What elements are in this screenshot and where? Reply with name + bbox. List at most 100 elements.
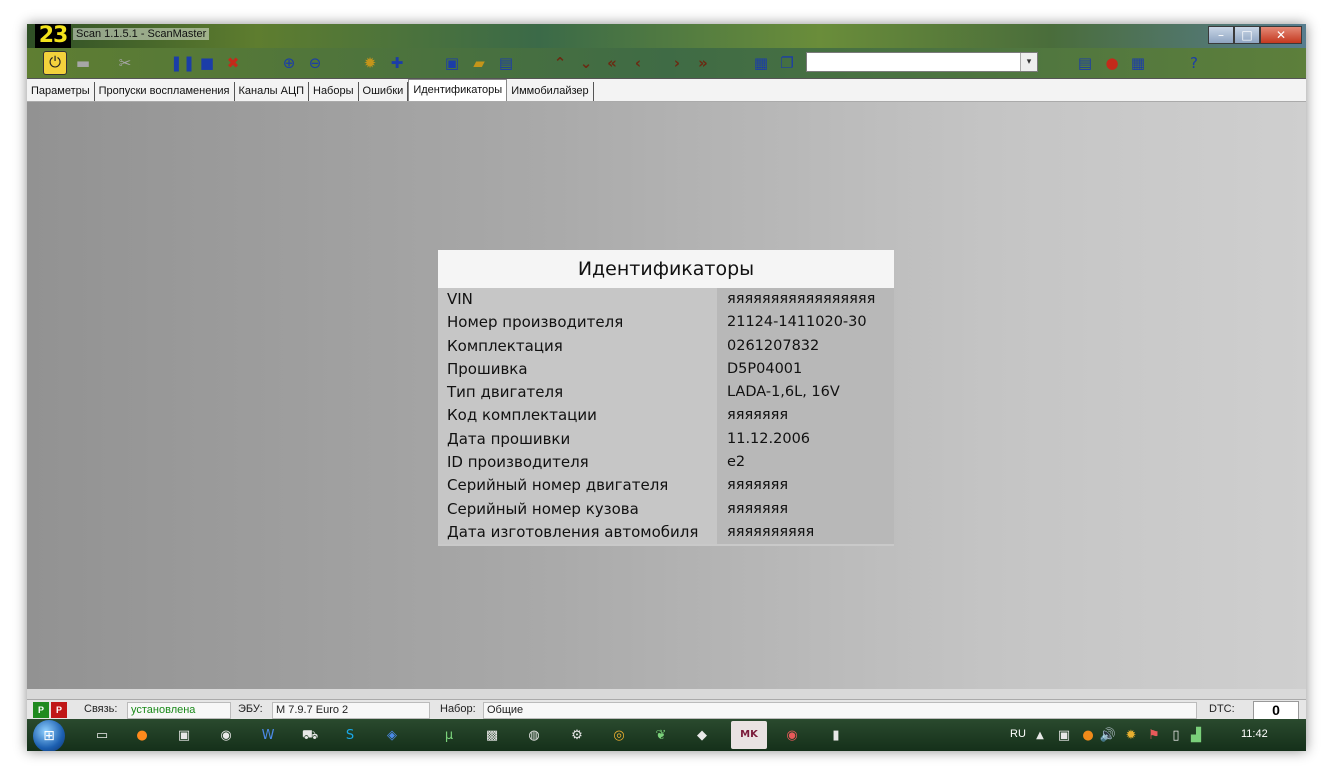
image-icon[interactable]: ▩ xyxy=(483,727,501,745)
dtc-count: 0 xyxy=(1253,701,1299,720)
gear-icon[interactable]: ✹ xyxy=(360,53,380,73)
mk-app[interactable]: MK xyxy=(731,721,767,749)
row-label: Тип двигателя xyxy=(447,383,564,402)
word-icon[interactable]: W xyxy=(259,727,277,745)
ecu-label: ЭБУ: xyxy=(238,703,263,715)
chevron-down-icon[interactable]: ▾ xyxy=(1020,53,1037,71)
identifiers-values-column: яяяяяяяяяяяяяяяяя 21124-1411020-30 02612… xyxy=(717,288,894,545)
row-value: яяяяяяяяяяяяяяяяя xyxy=(727,291,876,307)
leaf-icon[interactable]: ❦ xyxy=(652,727,670,745)
tab-adc-channels[interactable]: Каналы АЦП xyxy=(235,82,309,101)
row-value: 11.12.2006 xyxy=(727,430,811,447)
tab-misfires[interactable]: Пропуски воспламенения xyxy=(95,82,235,101)
volume-icon[interactable]: 🔊 xyxy=(1099,727,1117,745)
car-icon[interactable]: ⛟ xyxy=(301,727,319,745)
record-icon[interactable]: ● xyxy=(1102,53,1122,73)
tab-parameters[interactable]: Параметры xyxy=(27,82,95,101)
clock[interactable]: 11:42 xyxy=(1241,728,1268,740)
tab-errors[interactable]: Ошибки xyxy=(359,82,409,101)
row-label: Номер производителя xyxy=(447,313,624,332)
battery-icon[interactable]: ▯ xyxy=(1167,727,1185,745)
up-icon[interactable]: ⌃ xyxy=(550,53,570,73)
stop-icon[interactable]: ■ xyxy=(197,53,217,73)
show-hidden-icons-icon[interactable]: ▲ xyxy=(1031,727,1049,745)
row-label: Серийный номер кузова xyxy=(447,499,639,518)
table-icon[interactable]: ▦ xyxy=(1128,53,1148,73)
row-value: 0261207832 xyxy=(727,337,820,354)
report-icon[interactable]: ▤ xyxy=(1075,53,1095,73)
row-label: Дата изготовления автомобиля xyxy=(447,522,699,541)
last-icon[interactable]: » xyxy=(693,53,713,73)
ecu-indicator: P xyxy=(51,702,67,718)
language-indicator[interactable]: RU xyxy=(1010,728,1026,740)
taskbar: ⊞ ▭ ● ▣ ◉ W ⛟ S ◈ µ ▩ ◍ ⚙ ◎ ❦ ◆ MK ◉ ▮ R… xyxy=(27,719,1306,751)
start-button[interactable]: ⊞ xyxy=(33,720,65,751)
explorer-icon[interactable]: ▭ xyxy=(93,727,111,745)
record-selector[interactable]: ▾ xyxy=(806,52,1038,72)
plus-icon[interactable]: ✚ xyxy=(387,53,407,73)
prev-icon[interactable]: ‹ xyxy=(628,53,648,73)
pause-icon[interactable]: ❚❚ xyxy=(170,53,195,73)
tab-sets[interactable]: Наборы xyxy=(309,82,359,101)
zoom-in-icon[interactable]: ⊕ xyxy=(279,53,299,73)
open-folder-icon[interactable]: ▰ xyxy=(469,53,489,73)
power-icon[interactable]: ⏻ xyxy=(43,51,67,75)
window-new-icon[interactable]: ❐ xyxy=(777,53,797,73)
app-icon[interactable]: ◈ xyxy=(383,727,401,745)
row-value: яяяяяяя xyxy=(727,477,789,494)
tool-icon[interactable]: ◆ xyxy=(693,727,711,745)
utorrent-icon[interactable]: µ xyxy=(440,727,458,745)
tab-identifiers[interactable]: Идентификаторы xyxy=(408,79,508,101)
opera-icon[interactable]: ◉ xyxy=(783,727,801,745)
first-icon[interactable]: « xyxy=(602,53,622,73)
globe-icon[interactable]: ◍ xyxy=(525,727,543,745)
row-value: 21124-1411020-30 xyxy=(727,314,867,331)
tray-app-icon[interactable]: ▣ xyxy=(1055,727,1073,745)
down-icon[interactable]: ⌄ xyxy=(576,53,596,73)
next-icon[interactable]: › xyxy=(667,53,687,73)
tray-settings-icon[interactable]: ✹ xyxy=(1122,727,1140,745)
set-label: Набор: xyxy=(440,703,476,715)
window-controls: – □ ✕ xyxy=(1208,26,1302,44)
save-app-icon[interactable]: ▣ xyxy=(175,727,193,745)
row-label: Код комплектации xyxy=(447,406,597,425)
help-icon[interactable]: ? xyxy=(1184,53,1204,73)
skype-icon[interactable]: S xyxy=(341,727,359,745)
chrome-icon[interactable]: ◎ xyxy=(610,727,628,745)
app-logo: 23 xyxy=(35,24,71,48)
tools-icon[interactable]: ✂ xyxy=(115,53,135,73)
scan-icon[interactable]: ⚙ xyxy=(568,727,586,745)
firefox-icon[interactable]: ● xyxy=(133,727,151,745)
row-value: e2 xyxy=(727,454,746,471)
camera-icon[interactable]: ◉ xyxy=(217,727,235,745)
main-content: Идентификаторы VIN Номер производителя К… xyxy=(27,102,1306,689)
row-label: ID производителя xyxy=(447,453,589,472)
set-value: Общие xyxy=(483,702,1197,719)
clear-icon[interactable]: ✖ xyxy=(223,53,243,73)
tab-strip: Параметры Пропуски воспламенения Каналы … xyxy=(27,79,1306,102)
calc-icon[interactable]: ▦ xyxy=(751,53,771,73)
connector-icon[interactable]: ▬ xyxy=(73,53,93,73)
row-label: Прошивка xyxy=(447,359,528,378)
window-title: Scan 1.1.5.1 - ScanMaster xyxy=(73,28,210,40)
identifiers-labels-column: VIN Номер производителя Комплектация Про… xyxy=(438,288,717,545)
export-icon[interactable]: ▤ xyxy=(496,53,516,73)
tab-immobilizer[interactable]: Иммобилайзер xyxy=(507,82,594,101)
app-window: 23 Scan 1.1.5.1 - ScanMaster – □ ✕ ⏻ ▬ ✂… xyxy=(27,24,1306,751)
network-signal-icon[interactable]: ▟ xyxy=(1187,727,1205,745)
save-icon[interactable]: ▣ xyxy=(442,53,462,73)
identifiers-title: Идентификаторы xyxy=(438,250,894,288)
row-label: VIN xyxy=(447,290,473,308)
row-label: Дата прошивки xyxy=(447,429,571,448)
tray-chrome-icon[interactable]: ● xyxy=(1079,727,1097,745)
close-button[interactable]: ✕ xyxy=(1260,26,1302,44)
flag-icon[interactable]: ⚑ xyxy=(1145,727,1163,745)
link-indicator: P xyxy=(33,702,49,718)
maximize-button[interactable]: □ xyxy=(1234,26,1260,44)
zoom-out-icon[interactable]: ⊖ xyxy=(305,53,325,73)
ecu-value: M 7.9.7 Euro 2 xyxy=(272,702,430,719)
row-value: LADA-1,6L, 16V xyxy=(727,384,840,401)
device-icon[interactable]: ▮ xyxy=(827,727,845,745)
minimize-button[interactable]: – xyxy=(1208,26,1234,44)
row-value: D5P04001 xyxy=(727,360,803,377)
